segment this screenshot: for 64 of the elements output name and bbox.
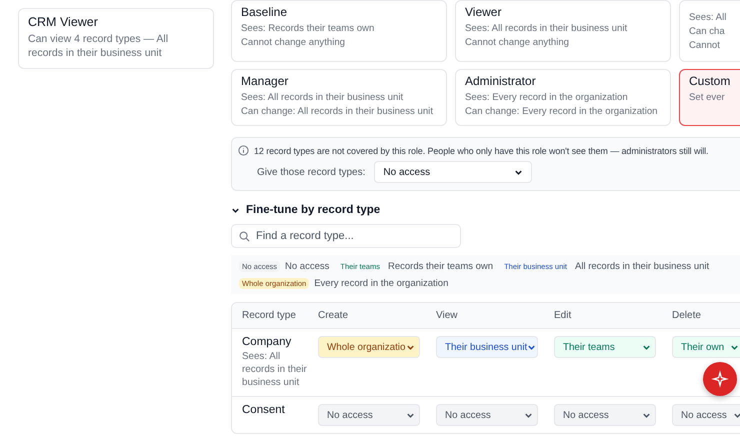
preset-card[interactable]: Baseline Sees: Records their teams own Cannot change anything [231, 0, 447, 62]
column-header: Create [317, 309, 350, 323]
scope-dropdown[interactable]: Whole organizatio [318, 336, 420, 358]
role-card[interactable]: CRM Viewer Can view 4 record types — All records in their business unit [18, 8, 214, 69]
chevron-down-icon [406, 410, 415, 420]
preset-detail: Sees: All records in their business unit [241, 91, 404, 105]
preset-detail: Can cha [689, 25, 726, 39]
preset-detail: Sees: Records their teams own [241, 22, 376, 36]
preset-card[interactable]: Sees: All Can cha Cannot [679, 0, 740, 62]
scope-dropdown[interactable]: No access [436, 404, 538, 426]
scope-dropdown[interactable]: No access [554, 404, 656, 426]
preset-card[interactable]: Custom Set ever [679, 69, 740, 126]
preset-card[interactable]: Manager Sees: All records in their business unit Can change: All records in their business unit [231, 69, 447, 126]
record-type-name: Consent [242, 404, 286, 416]
column-header: View [435, 309, 458, 323]
info-icon [238, 145, 249, 156]
chevron-down-icon [527, 342, 536, 352]
preset-detail: Set ever [689, 91, 726, 105]
chevron-down-icon [642, 410, 651, 420]
chevron-down-icon [406, 342, 415, 352]
record-type-name: Company [242, 336, 292, 348]
assistant-button[interactable] [703, 362, 737, 396]
column-header: Delete [671, 309, 702, 323]
preset-detail: Can change: Every record in the organization [465, 105, 659, 119]
preset-detail: Cannot [689, 39, 721, 53]
preset-card[interactable]: Viewer Sees: All records in their business unit Cannot change anything [455, 0, 671, 62]
scope-dropdown[interactable]: Their business unit [436, 336, 538, 358]
preset-detail: Sees: All records in their business unit [465, 22, 628, 36]
section-toggle[interactable]: Fine-tune by record type [231, 204, 380, 216]
notice-text: 12 record types are not covered by this role. People who only have this role won't see them — administrators still will. [254, 146, 708, 156]
preset-detail: Sees: Every record in the organization [465, 91, 629, 105]
sparkle-icon [711, 370, 729, 388]
preset-title: Administrator [465, 74, 537, 89]
record-summary: Sees: All records in their business unit [242, 350, 308, 389]
scope-dropdown[interactable]: No access [318, 404, 420, 426]
chevron-down-icon [524, 410, 533, 420]
scope-dropdown[interactable]: No access [672, 404, 740, 426]
preset-title: Viewer [465, 5, 502, 20]
legend-text: No access [285, 260, 330, 272]
chevron-down-icon [730, 342, 740, 352]
preset-detail: Cannot change anything [465, 36, 570, 50]
search-field[interactable]: Find a record type... [231, 224, 461, 248]
column-header: Record type [241, 309, 297, 323]
preset-card[interactable]: Administrator Sees: Every record in the organization Can change: Every record in the organization [455, 69, 671, 126]
legend-text: Records their teams own [388, 260, 494, 272]
role-description: Can view 4 record types — All records in their business unit [28, 32, 170, 60]
scope-dropdown[interactable]: Their teams [554, 336, 656, 358]
column-header: Edit [553, 309, 572, 323]
chevron-icon [231, 206, 240, 214]
preset-detail: Can change: All records in their business unit [241, 105, 434, 119]
preset-title: Custom [689, 74, 732, 89]
preset-title: Baseline [241, 5, 288, 20]
preset-detail: Cannot change anything [241, 36, 346, 50]
chevron-down-icon [642, 342, 651, 352]
chevron-down-icon [514, 168, 524, 176]
role-name: CRM Viewer [28, 15, 99, 29]
scope-dropdown[interactable]: Their own [672, 336, 740, 358]
preset-detail: Sees: All [689, 11, 728, 25]
legend-text: Every record in the organization [314, 278, 448, 288]
legend-text: All records in their business unit [575, 260, 710, 272]
field-label: Give those record types: [257, 166, 366, 178]
chevron-down-icon [732, 410, 740, 420]
access-dropdown[interactable]: No access [374, 161, 532, 183]
preset-title: Manager [241, 74, 290, 89]
